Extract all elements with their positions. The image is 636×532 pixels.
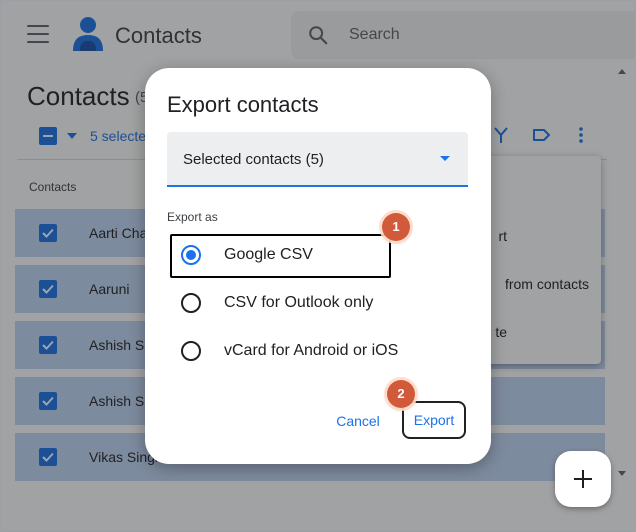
step-badge-1: 1 (382, 213, 410, 241)
export-button[interactable]: Export (402, 401, 466, 439)
step-badge-2: 2 (387, 380, 415, 408)
option-label: vCard for Android or iOS (224, 342, 399, 359)
export-as-label: Export as (167, 210, 218, 224)
option-label: CSV for Outlook only (224, 294, 374, 311)
radio-vcard[interactable] (181, 341, 201, 361)
dialog-title: Export contacts (167, 92, 319, 117)
radio-csv-outlook[interactable] (181, 293, 201, 313)
cancel-button[interactable]: Cancel (325, 406, 391, 436)
highlight-box (170, 234, 391, 278)
select-value: Selected contacts (5) (183, 151, 324, 168)
option-csv-outlook[interactable]: CSV for Outlook only (169, 283, 469, 323)
option-vcard[interactable]: vCard for Android or iOS (169, 331, 469, 371)
export-contacts-dialog: Export contacts Selected contacts (5) Ex… (145, 68, 491, 464)
dropdown-caret-icon (440, 156, 450, 161)
add-contact-button[interactable] (555, 451, 611, 507)
contacts-scope-select[interactable]: Selected contacts (5) (167, 132, 468, 187)
